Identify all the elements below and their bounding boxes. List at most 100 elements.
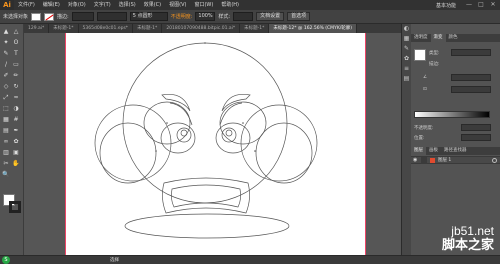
menu-edit[interactable]: 编辑(E) [39, 0, 64, 10]
maximize-icon[interactable]: □ [476, 1, 486, 9]
type-icon[interactable]: T [12, 50, 20, 58]
layer-name[interactable]: 图层 1 [438, 157, 451, 164]
close-icon[interactable]: ✕ [488, 1, 498, 9]
variable-width-select[interactable] [96, 12, 127, 21]
mesh-icon[interactable]: # [12, 116, 20, 124]
magic-wand-icon[interactable]: ✦ [2, 39, 10, 47]
right-cheek-outline[interactable] [240, 104, 318, 182]
tab-document[interactable]: 未标题-1* [133, 24, 163, 33]
tab-transparency[interactable]: 透明度 [411, 34, 431, 42]
color-panel-icon[interactable]: ◐ [402, 24, 411, 34]
layer-target-icon[interactable] [492, 158, 497, 163]
brushes-panel-icon[interactable]: ✎ [402, 44, 411, 54]
perspective-icon[interactable]: ▦ [2, 116, 10, 124]
app-logo: Ai [0, 0, 14, 10]
symbol-sprayer-icon[interactable]: ✿ [12, 138, 20, 146]
artboard-icon[interactable]: ▣ [12, 149, 20, 157]
preferences-button[interactable]: 首选项 [287, 12, 311, 21]
width-icon[interactable]: ≈ [12, 94, 20, 102]
menu-help[interactable]: 帮助(H) [217, 0, 243, 10]
tab-document[interactable]: 未标题-1* [49, 24, 79, 33]
scale-icon[interactable]: ⤢ [2, 94, 10, 102]
site-watermark: jb51.net 脚本之家 [442, 225, 494, 254]
shape-builder-icon[interactable]: ◑ [12, 105, 20, 113]
tab-document[interactable]: 20180107090488.bitpic.01.ai* [162, 24, 241, 33]
gradient-angle-field[interactable] [451, 74, 491, 81]
menu-file[interactable]: 文件(F) [14, 0, 39, 10]
mouth-outline[interactable] [162, 177, 250, 214]
tab-layers[interactable]: 图层 [411, 147, 426, 155]
paintbrush-icon[interactable]: ✐ [2, 72, 10, 80]
rectangle-icon[interactable]: ▭ [12, 61, 20, 69]
opacity-label[interactable]: 不透明度: [171, 13, 193, 20]
graph-icon[interactable]: ▥ [2, 149, 10, 157]
rotate-icon[interactable]: ↻ [12, 83, 20, 91]
direct-selection-icon[interactable]: △ [12, 28, 20, 36]
gradient-panel-icon[interactable]: ▤ [402, 74, 411, 84]
menu-effect[interactable]: 效果(C) [140, 0, 165, 10]
tab-document[interactable]: 5365d08e0c01.eps* [79, 24, 134, 33]
shadow-outline[interactable] [124, 213, 290, 239]
tab-document[interactable]: 未标题-1* [240, 24, 270, 33]
workspace-switcher[interactable]: 基本功能 [436, 2, 456, 9]
menu-type[interactable]: 文字(T) [90, 0, 115, 10]
canvas-area[interactable] [24, 33, 401, 255]
layer-color-indicator [430, 158, 435, 163]
swatches-panel-icon[interactable]: ▦ [402, 34, 411, 44]
menu-window[interactable]: 窗口(W) [190, 0, 217, 10]
pen-icon[interactable]: ✎ [2, 50, 10, 58]
eraser-icon[interactable]: ◇ [2, 83, 10, 91]
style-select[interactable] [233, 12, 254, 21]
gradient-ratio-field[interactable] [451, 86, 491, 93]
tab-document[interactable]: 129.ai* [24, 24, 50, 33]
pencil-icon[interactable]: ✏ [12, 72, 20, 80]
document-setup-button[interactable]: 文档设置 [256, 12, 285, 21]
layer-row[interactable]: ◉ 图层 1 [411, 156, 500, 164]
gradient-angle-icon: ∠ [423, 75, 428, 80]
hand-icon[interactable]: ✋ [12, 160, 20, 168]
left-pupil-highlight-outline[interactable] [180, 129, 188, 137]
brush-select[interactable]: 5 点圆形 [129, 12, 168, 21]
fill-swatch[interactable] [31, 12, 42, 21]
opacity-field[interactable]: 100% [195, 12, 216, 21]
right-eye-outline[interactable] [215, 122, 251, 154]
zoom-icon[interactable]: 🔍 [2, 171, 10, 179]
left-brow-outline[interactable] [161, 94, 191, 112]
current-tool-status[interactable]: 选择 [110, 257, 119, 263]
right-pupil-highlight-outline[interactable] [225, 129, 233, 137]
slice-icon[interactable]: ✂ [2, 160, 10, 168]
visibility-eye-icon[interactable]: ◉ [413, 157, 417, 164]
selection-icon[interactable]: ▲ [2, 28, 10, 36]
stroke-swatch[interactable] [44, 12, 55, 21]
menu-object[interactable]: 对象(O) [64, 0, 90, 10]
lock-toggle-icon[interactable] [421, 157, 427, 164]
eyedropper-icon[interactable]: ✒ [12, 127, 20, 135]
gradient-slider[interactable] [414, 111, 490, 118]
tab-pathfinder[interactable]: 路径查找器 [441, 147, 470, 155]
lasso-icon[interactable]: ʘ [12, 39, 20, 47]
menu-view[interactable]: 视图(V) [165, 0, 190, 10]
mouth-inner-outline[interactable] [170, 184, 242, 208]
face-outline[interactable] [122, 42, 288, 204]
right-inner-circle-outline[interactable] [255, 122, 313, 184]
symbols-panel-icon[interactable]: ✿ [402, 54, 411, 64]
minimize-icon[interactable]: — [464, 1, 474, 9]
stroke-color-swatch[interactable] [9, 201, 21, 213]
stroke-panel-icon[interactable]: ≡ [402, 64, 411, 74]
menu-select[interactable]: 选择(S) [115, 0, 140, 10]
tab-color[interactable]: 颜色 [446, 34, 461, 42]
free-transform-icon[interactable]: ⬚ [2, 105, 10, 113]
gradient-location-field[interactable] [461, 134, 491, 141]
stroke-weight-field[interactable] [71, 12, 94, 21]
gradient-icon[interactable]: ▤ [2, 127, 10, 135]
gradient-opacity-field[interactable] [461, 124, 491, 131]
artboard[interactable] [65, 33, 366, 255]
gradient-type-select[interactable] [451, 49, 491, 56]
left-inner-circle-outline[interactable] [99, 122, 157, 184]
tab-artboards[interactable]: 画板 [426, 147, 441, 155]
right-brow-line[interactable] [219, 102, 243, 126]
tab-document-active[interactable]: 未标题-12* @ 162.56% (CMYK/轮廓) [269, 24, 358, 33]
line-icon[interactable]: / [2, 61, 10, 69]
tab-gradient[interactable]: 渐变 [430, 34, 446, 42]
blend-icon[interactable]: ∞ [2, 138, 10, 146]
